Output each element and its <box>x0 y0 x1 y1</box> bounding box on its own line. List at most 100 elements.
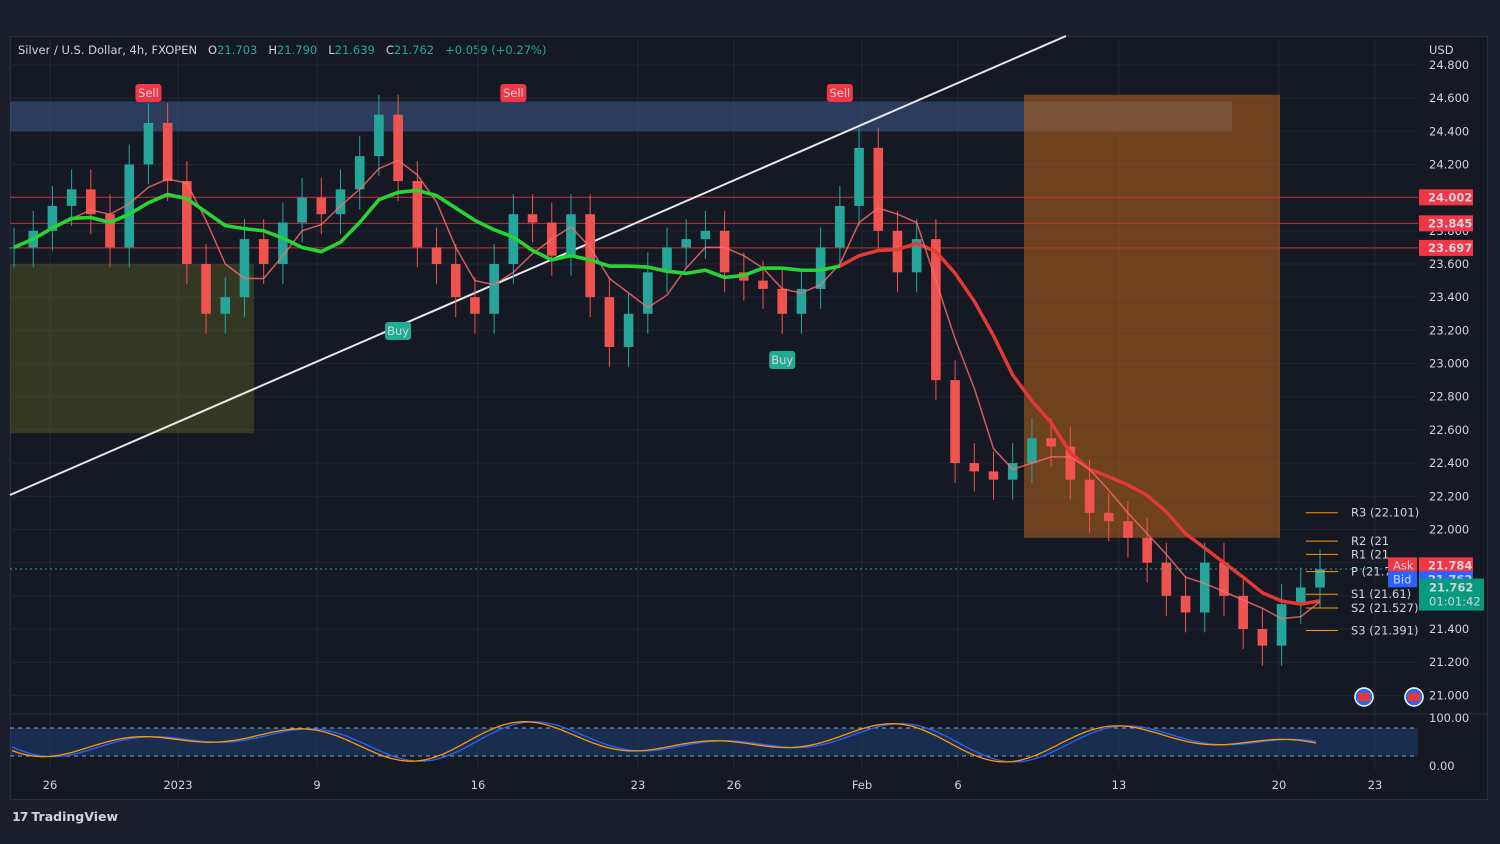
candle-body <box>1276 604 1287 646</box>
signal-label: Buy <box>387 324 409 338</box>
candle-body <box>220 297 231 314</box>
candle-body <box>1103 512 1114 522</box>
countdown-value: 01:01:42 <box>1429 595 1481 609</box>
candle-body <box>585 214 595 298</box>
x-tick-label: 6 <box>954 778 961 792</box>
candle-body <box>1199 562 1210 613</box>
candle-body <box>854 147 864 206</box>
candle-body <box>431 247 442 264</box>
candle-body <box>527 214 538 223</box>
price-tag-label: 23.845 <box>1428 216 1472 230</box>
y-tick-label: 21.000 <box>1429 688 1469 702</box>
candle-body <box>604 297 615 347</box>
pivot-label: R1 (21 <box>1351 547 1389 561</box>
y-tick-label: 22.800 <box>1429 390 1469 404</box>
bid-label: Bid <box>1393 572 1411 586</box>
x-tick-label: 26 <box>727 778 742 792</box>
candle-body <box>873 147 884 231</box>
last-price-value: 21.762 <box>1429 581 1473 595</box>
y-tick-label: 23.600 <box>1429 257 1469 271</box>
signal-sell: Sell <box>500 84 527 102</box>
us-flag-icon <box>1404 687 1424 707</box>
candle-body <box>66 189 77 206</box>
candle-body <box>393 114 403 182</box>
candle-body <box>892 230 903 273</box>
candle-body <box>950 380 960 464</box>
candle-body <box>1123 521 1133 538</box>
candle-body <box>1161 562 1172 596</box>
signal-sell: Sell <box>135 84 162 102</box>
candle-body <box>354 156 365 190</box>
candle-body <box>239 239 250 298</box>
candle-body <box>489 264 499 314</box>
x-tick-label: 23 <box>631 778 646 792</box>
candle-body <box>374 114 384 157</box>
y-tick-label: 21.400 <box>1429 622 1469 636</box>
signal-label: Sell <box>829 86 850 100</box>
y-tick-label: 23.200 <box>1429 323 1469 337</box>
y-tick-label: 23.400 <box>1429 290 1469 304</box>
oscillator-tick: 0.00 <box>1429 759 1455 773</box>
price-tag-label: 23.697 <box>1428 241 1472 255</box>
brand-label: TradingView <box>31 809 119 824</box>
candle-body <box>1084 479 1095 513</box>
pivot-label: R2 (21 <box>1351 534 1389 548</box>
x-tick-label: 23 <box>1368 778 1383 792</box>
candle-body <box>969 463 980 472</box>
candle-body <box>777 288 788 314</box>
y-tick-label: 24.800 <box>1429 58 1469 72</box>
candle-body <box>258 239 269 264</box>
candle-body <box>470 297 480 314</box>
signal-label: Sell <box>138 86 159 100</box>
candle-body <box>201 264 211 314</box>
candle-body <box>182 181 192 264</box>
candle-body <box>662 247 672 273</box>
candle-body <box>835 205 845 248</box>
x-tick-label: 26 <box>43 778 58 792</box>
x-tick-label: 9 <box>313 778 320 792</box>
y-tick-label: 24.600 <box>1429 91 1469 105</box>
y-tick-label: 21.200 <box>1429 655 1469 669</box>
pivot-label: S2 (21.527) <box>1351 601 1418 615</box>
price-tag-label: 24.002 <box>1428 190 1472 204</box>
ask-label: Ask <box>1393 558 1414 572</box>
price-chart[interactable]: Sell Sell Sell Buy Buy R3 (22.101) R2 (21R1 (2… <box>0 0 1500 844</box>
y-tick-label: 22.200 <box>1429 489 1469 503</box>
candle-body <box>623 313 634 347</box>
pivot-label: R3 (22.101) <box>1351 506 1419 520</box>
candle-body <box>1027 438 1037 464</box>
candle-body <box>681 239 692 248</box>
oscillator-tick: 100.00 <box>1429 711 1469 725</box>
candle-body <box>1046 438 1056 447</box>
x-tick-label: Feb <box>852 778 872 792</box>
y-tick-label: 22.600 <box>1429 423 1469 437</box>
candle-body <box>450 264 461 298</box>
pivot-label: S3 (21.391) <box>1351 624 1418 638</box>
candle-body <box>297 197 307 223</box>
candle-body <box>931 239 941 381</box>
y-tick-label: 23.000 <box>1429 357 1469 371</box>
signal-buy: Buy <box>385 322 412 340</box>
currency-label: USD <box>1429 43 1454 57</box>
ask-value: 21.784 <box>1428 558 1472 572</box>
y-tick-label: 24.200 <box>1429 157 1469 171</box>
candle-body <box>143 122 154 165</box>
candle-body <box>1142 537 1152 563</box>
candle-body <box>758 280 768 289</box>
x-tick-label: 2023 <box>163 778 192 792</box>
candle-body <box>316 197 327 215</box>
candle-body <box>1295 587 1306 605</box>
candle-body <box>278 222 288 264</box>
y-tick-label: 22.400 <box>1429 456 1469 470</box>
candle-body <box>988 471 999 480</box>
y-tick-label: 24.400 <box>1429 124 1469 138</box>
candle-body <box>700 230 711 240</box>
us-flag-icon <box>1354 687 1374 707</box>
candle-body <box>162 122 173 182</box>
signal-sell: Sell <box>826 84 853 102</box>
candle-body <box>1257 629 1268 646</box>
y-tick-label: 22.000 <box>1429 522 1469 536</box>
tradingview-logo[interactable]: 17 TradingView <box>12 809 118 824</box>
x-tick-label: 16 <box>471 778 486 792</box>
signal-label: Buy <box>771 353 793 367</box>
